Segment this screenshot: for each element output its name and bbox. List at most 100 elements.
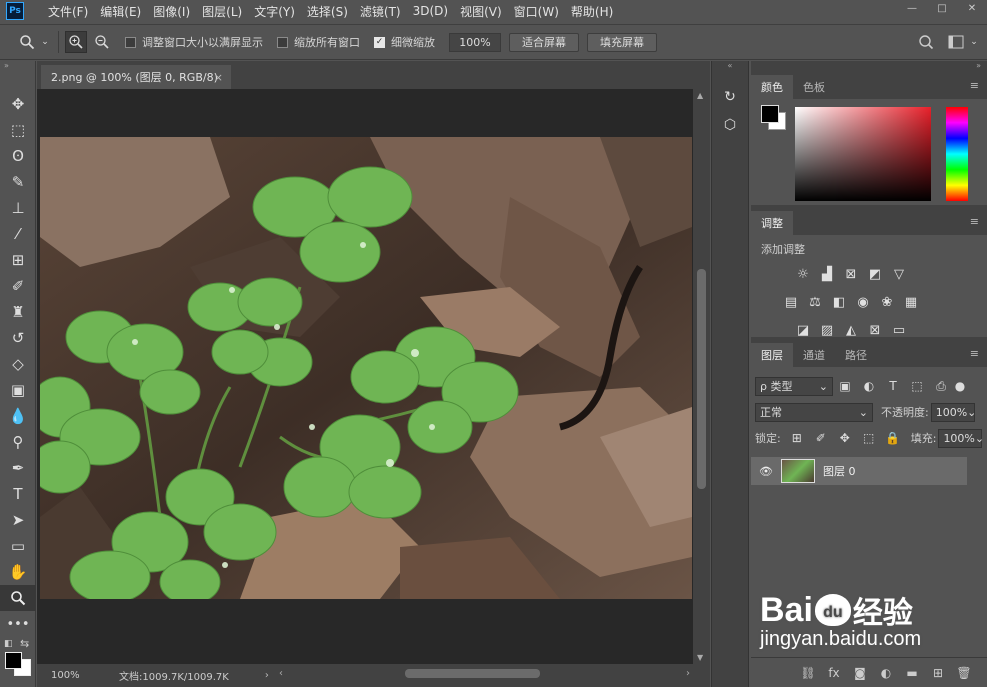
exposure-icon[interactable]: ◩ (863, 263, 887, 285)
scrubby-zoom-checkbox[interactable]: ✓ 细微缩放 (374, 34, 435, 50)
layer-style-icon[interactable]: fx (821, 666, 847, 680)
menu-filter[interactable]: 滤镜(T) (354, 3, 407, 20)
zoom-tool-icon[interactable] (0, 585, 36, 611)
quick-select-tool-icon[interactable]: ✎ (0, 169, 36, 195)
menu-type[interactable]: 文字(Y) (248, 3, 301, 20)
delete-layer-icon[interactable]: 🗑 (951, 666, 977, 680)
3d-panel-icon[interactable]: ⬡ (712, 111, 748, 139)
lock-image-icon[interactable]: ✐ (809, 431, 833, 445)
panel-grip-icon[interactable]: » (0, 61, 35, 71)
layer-row[interactable]: 👁 图层 0 (751, 457, 967, 485)
status-zoom[interactable]: 100% (37, 670, 85, 681)
black-white-icon[interactable]: ◧ (827, 291, 851, 313)
scroll-left-icon[interactable]: ‹ (279, 668, 283, 679)
gradient-map-icon[interactable]: ▭ (887, 319, 911, 341)
lock-position-icon[interactable]: ✥ (833, 431, 857, 445)
history-panel-icon[interactable]: ↻ (712, 83, 748, 111)
tab-paths[interactable]: 路径 (835, 343, 877, 367)
fill-field[interactable]: 100% ⌄ (938, 428, 984, 448)
horizontal-scroll-thumb[interactable] (405, 669, 540, 678)
menu-layer[interactable]: 图层(L) (196, 3, 248, 20)
healing-brush-tool-icon[interactable]: ⊞ (0, 247, 36, 273)
vertical-scrollbar[interactable]: ▲ ▼ (693, 89, 710, 664)
levels-icon[interactable]: ▟ (815, 263, 839, 285)
zoom-tool-icon[interactable] (16, 31, 38, 53)
zoom-out-icon[interactable] (91, 31, 113, 53)
dodge-tool-icon[interactable]: ⚲ (0, 429, 36, 455)
lock-artboard-icon[interactable]: ⬚ (857, 431, 881, 445)
hand-tool-icon[interactable]: ✋ (0, 559, 36, 585)
channel-mixer-icon[interactable]: ❀ (875, 291, 899, 313)
layer-name[interactable]: 图层 0 (823, 463, 856, 479)
resize-windows-checkbox[interactable]: 调整窗口大小以满屏显示 (125, 34, 263, 50)
minimize-button[interactable]: — (897, 0, 927, 16)
type-tool-icon[interactable]: T (0, 481, 36, 507)
pen-tool-icon[interactable]: ✒ (0, 455, 36, 481)
document-size-info[interactable]: 文档:1009.7K/1009.7K (119, 668, 229, 683)
new-adjustment-icon[interactable]: ◐ (873, 666, 899, 680)
scroll-down-icon[interactable]: ▼ (697, 653, 703, 662)
menu-help[interactable]: 帮助(H) (565, 3, 619, 20)
close-tab-icon[interactable]: × (214, 71, 223, 84)
lasso-tool-icon[interactable]: ʘ (0, 143, 36, 169)
new-group-icon[interactable]: ▬ (899, 666, 925, 680)
workspace-chevron-icon[interactable]: ⌄ (967, 31, 981, 53)
horizontal-scrollbar[interactable]: ‹ › (279, 664, 710, 687)
blur-tool-icon[interactable]: 💧 (0, 403, 36, 429)
status-menu-chevron-icon[interactable]: › (265, 670, 269, 681)
zoom-in-icon[interactable] (65, 31, 87, 53)
checkbox-box[interactable] (125, 36, 136, 48)
tab-layers[interactable]: 图层 (751, 343, 793, 367)
foreground-color-swatch[interactable] (5, 652, 22, 669)
workspace-icon[interactable] (945, 31, 967, 53)
brightness-icon[interactable]: ☼ (791, 263, 815, 285)
hue-saturation-icon[interactable]: ▤ (779, 291, 803, 313)
invert-icon[interactable]: ◪ (791, 319, 815, 341)
brush-tool-icon[interactable]: ✐ (0, 273, 36, 299)
fg-color-chip[interactable] (761, 105, 779, 123)
scroll-up-icon[interactable]: ▲ (697, 91, 703, 100)
tab-channels[interactable]: 通道 (793, 343, 835, 367)
curves-icon[interactable]: ⊠ (839, 263, 863, 285)
menu-3d[interactable]: 3D(D) (407, 4, 454, 18)
dock-collapse-icon[interactable]: « (712, 61, 748, 71)
maximize-button[interactable]: □ (927, 0, 957, 16)
marquee-tool-icon[interactable]: ⬚ (0, 117, 36, 143)
filter-pixel-icon[interactable]: ▣ (833, 379, 857, 393)
panel-menu-icon[interactable]: ≡ (970, 215, 979, 228)
panel-menu-icon[interactable]: ≡ (970, 79, 979, 92)
menu-view[interactable]: 视图(V) (454, 3, 508, 20)
panel-menu-icon[interactable]: ≡ (970, 347, 979, 360)
document-image[interactable] (40, 137, 692, 599)
path-selection-tool-icon[interactable]: ➤ (0, 507, 36, 533)
eraser-tool-icon[interactable]: ◇ (0, 351, 36, 377)
color-field[interactable] (795, 107, 931, 201)
menu-edit[interactable]: 编辑(E) (94, 3, 147, 20)
layer-kind-filter[interactable]: ρ 类型 ⌄ (755, 376, 833, 396)
eyedropper-tool-icon[interactable]: ⁄ (0, 221, 36, 247)
filter-adjustment-icon[interactable]: ◐ (857, 379, 881, 393)
close-window-button[interactable]: ✕ (957, 0, 987, 16)
tab-adjustments[interactable]: 调整 (751, 211, 793, 235)
clone-stamp-tool-icon[interactable]: ♜ (0, 299, 36, 325)
crop-tool-icon[interactable]: ⊥ (0, 195, 36, 221)
filter-shape-icon[interactable]: ⬚ (905, 379, 929, 393)
tab-color[interactable]: 颜色 (751, 75, 793, 99)
filter-toggle-icon[interactable]: ● (953, 379, 967, 393)
blend-mode-select[interactable]: 正常 ⌄ (755, 402, 873, 422)
tab-swatches[interactable]: 色板 (793, 75, 835, 99)
color-lookup-icon[interactable]: ▦ (899, 291, 923, 313)
checkbox-box-checked[interactable]: ✓ (374, 36, 385, 48)
history-brush-tool-icon[interactable]: ↺ (0, 325, 36, 351)
lock-all-icon[interactable]: 🔒 (881, 431, 905, 445)
menu-file[interactable]: 文件(F) (42, 3, 94, 20)
selective-color-icon[interactable]: ⊠ (863, 319, 887, 341)
zoom-all-windows-checkbox[interactable]: 缩放所有窗口 (277, 34, 360, 50)
menu-window[interactable]: 窗口(W) (508, 3, 565, 20)
fill-screen-button[interactable]: 填充屏幕 (587, 32, 657, 52)
zoom-value-field[interactable]: 100% (449, 32, 501, 52)
document-tab[interactable]: 2.png @ 100% (图层 0, RGB/8) × (41, 65, 231, 89)
posterize-icon[interactable]: ▨ (815, 319, 839, 341)
search-icon[interactable] (915, 31, 937, 53)
default-colors-icon[interactable]: ◧ (4, 639, 13, 649)
